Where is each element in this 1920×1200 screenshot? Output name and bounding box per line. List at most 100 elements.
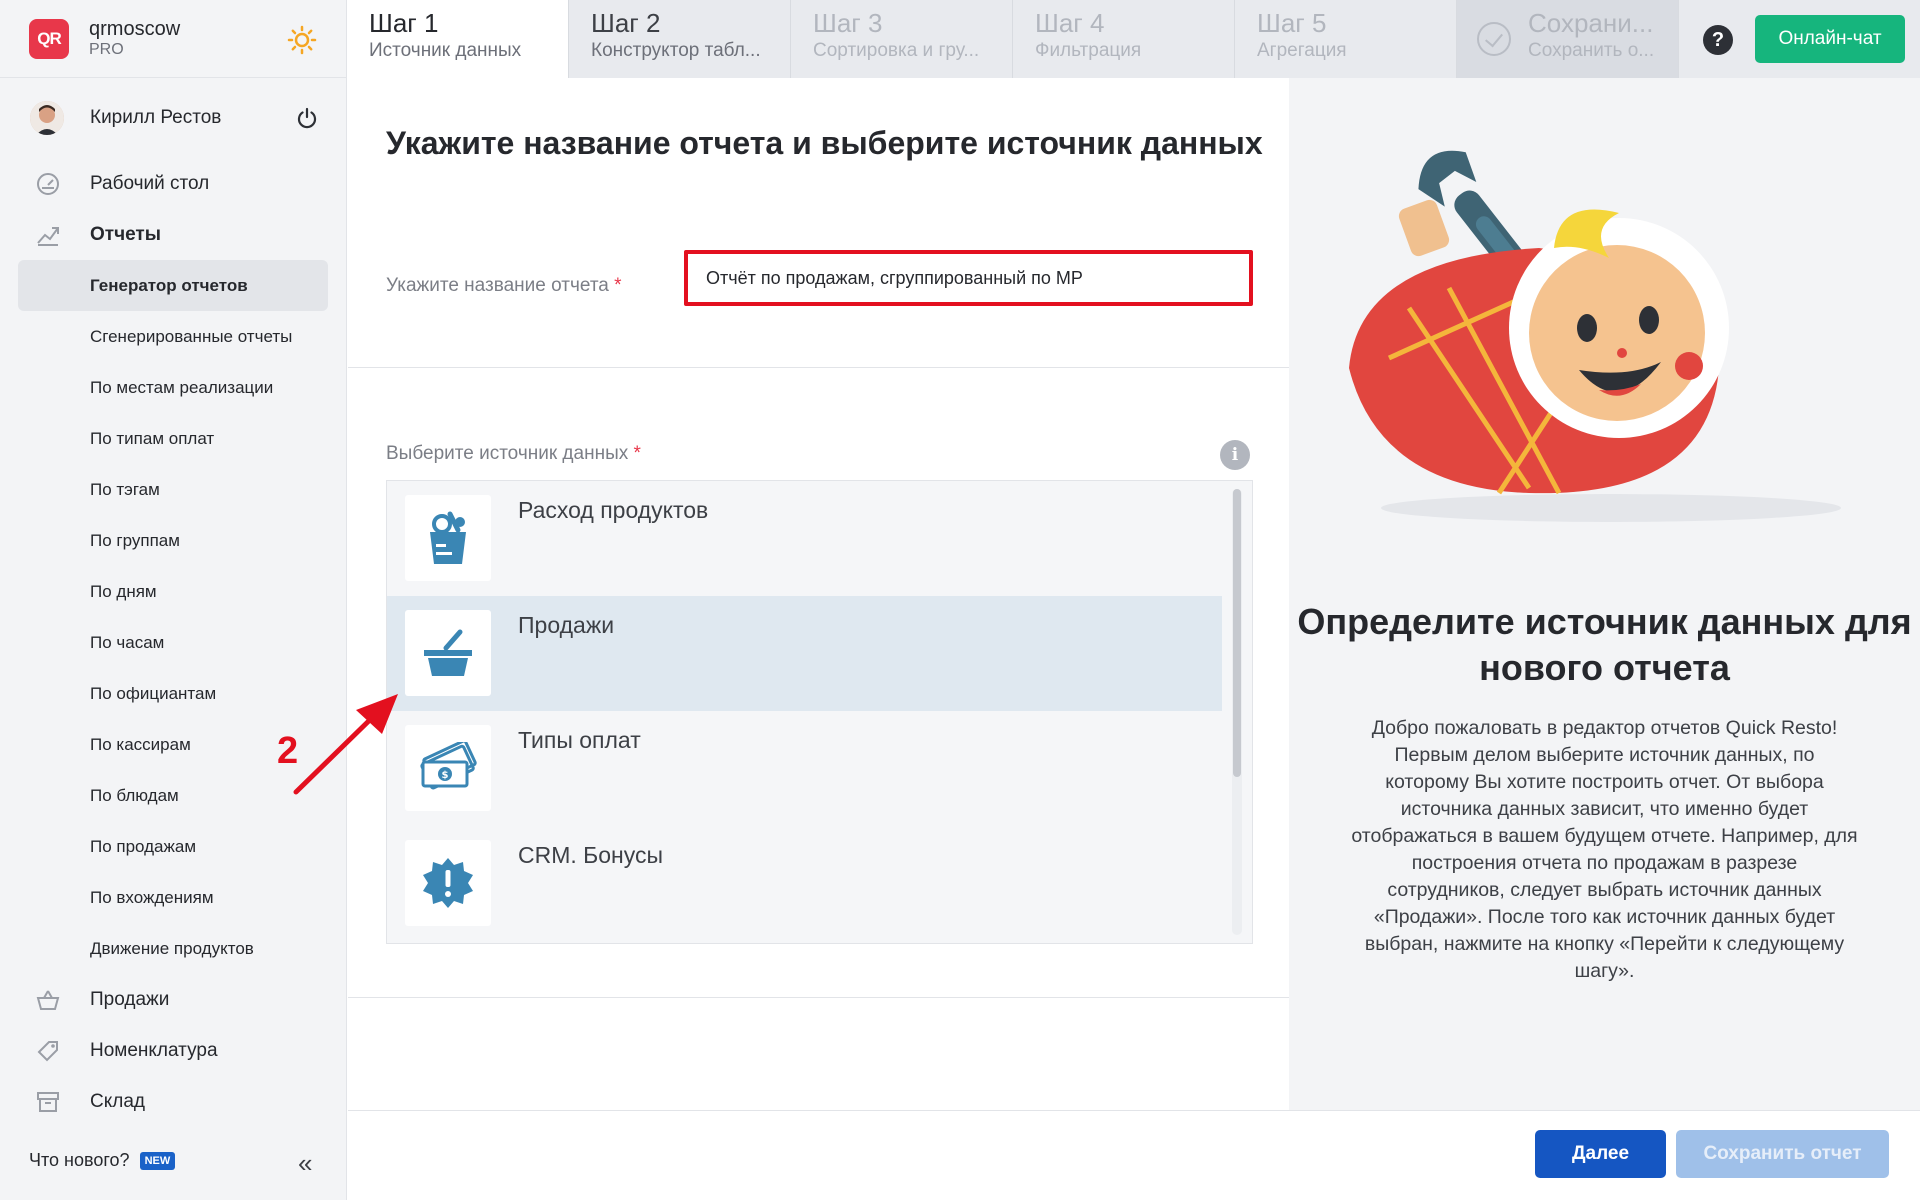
basket-icon [405,610,491,696]
next-button[interactable]: Далее [1535,1130,1666,1178]
power-icon[interactable] [296,107,318,129]
online-chat-button[interactable]: Онлайн-чат [1755,15,1905,63]
step-subtitle: Фильтрация [1035,40,1142,61]
wizard-steps: Шаг 1 Источник данных Шаг 2 Конструктор … [347,0,1920,78]
sidebar-item-nomenclature[interactable]: Номенклатура [0,1025,346,1076]
list-item-source-product-consumption[interactable]: Расход продуктов [387,481,1222,596]
sidebar-subitem-report-generator[interactable]: Генератор отчетов [18,260,328,311]
sidebar-item-label: По продажам [90,836,197,856]
sun-icon[interactable] [287,25,317,55]
sidebar-item-label: По вхождениям [90,887,214,907]
sidebar-nav: Рабочий стол Отчеты Генератор отчетов Сг… [0,158,346,1127]
collapse-sidebar-icon[interactable]: « [298,1150,312,1176]
data-source-list: Расход продуктов Продажи $ Типы оплат CR… [386,480,1253,944]
step-title: Шаг 2 [591,8,661,38]
sidebar-item-warehouse[interactable]: Склад [0,1076,346,1127]
svg-text:$: $ [442,770,449,781]
list-item-source-crm-bonuses[interactable]: CRM. Бонусы [387,826,1222,941]
sidebar-item-label: По местам реализации [90,377,274,397]
sidebar-item-label: По блюдам [90,785,179,805]
step-subtitle: Сортировка и гру... [813,40,980,61]
step-title: Шаг 5 [1257,8,1327,38]
sidebar-subitem-by-payment-types[interactable]: По типам оплат [18,413,328,464]
sidebar-subitem-by-hours[interactable]: По часам [18,617,328,668]
sidebar-item-sales[interactable]: Продажи [0,974,346,1025]
sidebar-item-label: Генератор отчетов [90,275,248,295]
check-circle-icon [1477,22,1511,56]
step-subtitle: Сохранить о... [1528,40,1655,61]
required-mark: * [614,275,622,296]
sidebar-subitem-generated-reports[interactable]: Сгенерированные отчеты [18,311,328,362]
mascot-illustration [1349,150,1841,522]
help-icon[interactable]: ? [1703,25,1733,55]
source-label: Типы оплат [518,727,641,753]
tab-step-1[interactable]: Шаг 1 Источник данных [347,0,569,78]
step-subtitle: Конструктор табл... [591,40,761,61]
tab-step-save[interactable]: Сохрани... Сохранить о... [1457,0,1679,78]
avatar-face-icon [30,101,64,135]
box-icon [34,1088,62,1116]
user-name: Кирилл Рестов [90,107,222,128]
sidebar-subitem-by-sales[interactable]: По продажам [18,821,328,872]
step-subtitle: Агрегация [1257,40,1347,61]
app-logo[interactable]: QR [29,18,69,59]
badge-icon [405,840,491,926]
report-name-value: Отчёт по продажам, сгруппированный по МР [706,267,1083,288]
plan-label: PRO [89,40,124,58]
sidebar-subitem-by-places[interactable]: По местам реализации [18,362,328,413]
sidebar-subitem-product-movement[interactable]: Движение продуктов [18,923,328,974]
info-panel-text: Добро пожаловать в редактор отчетов Quic… [1351,717,1858,982]
user-row[interactable]: Кирилл Рестов [0,78,346,158]
chart-icon [34,221,62,249]
tab-step-4[interactable]: Шаг 4 Фильтрация [1013,0,1235,78]
sidebar-item-label: Отчеты [90,223,161,245]
sidebar-subitem-by-tags[interactable]: По тэгам [18,464,328,515]
sidebar: QR qrmoscow PRO Кирилл Рестов Рабочий ст… [0,0,347,1200]
money-icon: $ [405,725,491,811]
sidebar-item-label: По группам [90,530,180,550]
sidebar-item-label: По дням [90,581,157,601]
sidebar-subitem-by-entries[interactable]: По вхождениям [18,872,328,923]
tag-icon [34,1037,62,1065]
whats-new-link[interactable]: Что нового? NEW [29,1150,176,1171]
footer-actions: Далее Сохранить отчет [348,1110,1920,1200]
page-title: Укажите название отчета и выберите источ… [386,125,1263,161]
info-icon[interactable]: i [1220,440,1250,470]
list-scrollbar[interactable] [1232,489,1242,935]
company-name: qrmoscow [89,17,181,40]
sidebar-item-label: По кассирам [90,734,191,754]
source-label: CRM. Бонусы [518,842,664,868]
step-title: Шаг 1 [369,8,439,38]
sidebar-subitem-by-groups[interactable]: По группам [18,515,328,566]
sidebar-item-reports[interactable]: Отчеты [0,209,346,260]
report-name-input[interactable]: Отчёт по продажам, сгруппированный по МР [684,250,1253,306]
info-panel: Определите источник данных для нового от… [1289,78,1920,1110]
save-report-button[interactable]: Сохранить отчет [1676,1130,1889,1178]
sidebar-subitem-by-days[interactable]: По дням [18,566,328,617]
sidebar-subitem-by-waiters[interactable]: По официантам [18,668,328,719]
sidebar-subitem-by-dishes[interactable]: По блюдам [18,770,328,821]
scrollbar-thumb[interactable] [1233,489,1241,777]
divider [348,997,1289,998]
basket-icon [34,986,62,1014]
sidebar-item-label: По типам оплат [90,428,215,448]
sidebar-item-label: Движение продуктов [90,938,254,958]
sidebar-item-label: Номенклатура [90,1039,218,1061]
brand-header: QR qrmoscow PRO [0,0,346,78]
avatar[interactable] [30,101,64,135]
dashboard-icon [34,170,62,198]
grocery-bag-icon [405,495,491,581]
new-badge: NEW [139,1151,176,1170]
report-form: Укажите название отчета и выберите источ… [348,78,1542,1110]
info-panel-title: Определите источник данных для нового от… [1297,601,1912,688]
list-item-source-payment-types[interactable]: $ Типы оплат [387,711,1222,826]
tab-step-2[interactable]: Шаг 2 Конструктор табл... [569,0,791,78]
tab-step-5[interactable]: Шаг 5 Агрегация [1235,0,1457,78]
sidebar-item-label: Склад [90,1090,145,1112]
source-label: Расход продуктов [518,497,709,523]
annotation-arrow-icon [293,694,398,795]
sidebar-item-dashboard[interactable]: Рабочий стол [0,158,346,209]
tab-step-3[interactable]: Шаг 3 Сортировка и гру... [791,0,1013,78]
list-item-source-sales[interactable]: Продажи [387,596,1222,711]
sidebar-item-label: Продажи [90,988,170,1010]
